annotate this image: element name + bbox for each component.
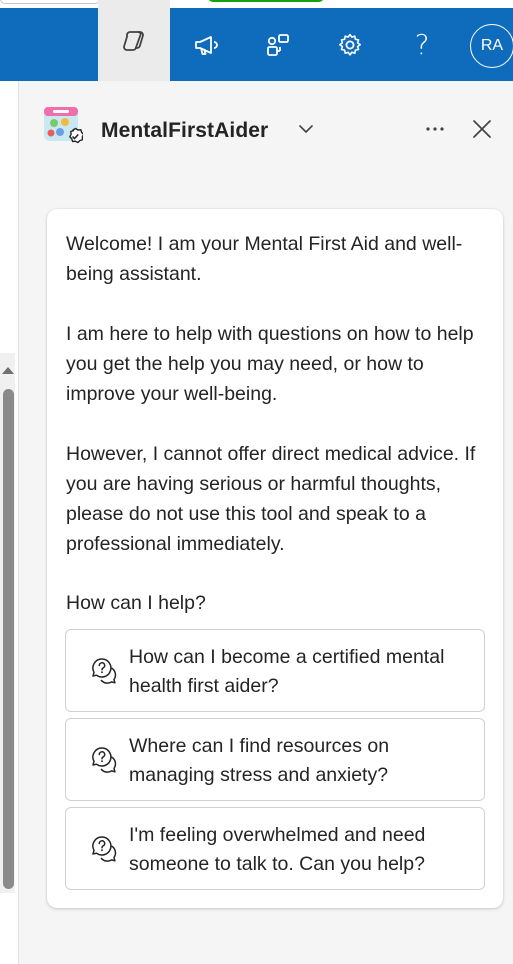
- top-bar: ? RA: [0, 0, 513, 81]
- avatar-initials: RA: [480, 37, 504, 54]
- suggestion-text: I'm feeling overwhelmed and need someone…: [129, 824, 426, 875]
- suggestion-text: How can I become a certified mental heal…: [129, 646, 445, 697]
- chat-help-icon: [92, 658, 117, 684]
- settings-button[interactable]: [320, 8, 380, 81]
- gear-icon: [339, 33, 361, 56]
- tab-strip-pill: [0, 0, 100, 4]
- apps-icon: [267, 33, 289, 56]
- avatar[interactable]: RA: [470, 24, 513, 68]
- left-document-strip: [0, 81, 19, 964]
- top-bar-right-region: ? RA: [170, 0, 513, 81]
- copilot-button[interactable]: [98, 0, 170, 81]
- scroll-up-arrow-icon[interactable]: [2, 367, 14, 374]
- help-prompt: How can I help?: [66, 592, 206, 614]
- suggestion-button-certified-aider[interactable]: How can I become a certified mental heal…: [65, 629, 485, 712]
- close-button[interactable]: [468, 115, 496, 143]
- apps-button[interactable]: [248, 8, 308, 81]
- top-bar-left-region: [0, 0, 100, 81]
- pane-header: MentalFirstAider: [19, 81, 513, 181]
- suggestion-button-stress-resources[interactable]: Where can I find resources on managing s…: [65, 718, 485, 801]
- app-logo-icon: [44, 107, 83, 144]
- megaphone-icon: [195, 35, 218, 55]
- welcome-card: Welcome! I am your Mental First Aid and …: [47, 209, 503, 908]
- purpose-paragraph: I am here to help with questions on how …: [66, 323, 474, 405]
- copilot-icon: [123, 30, 144, 51]
- disclaimer-paragraph: However, I cannot offer direct medical a…: [66, 443, 476, 555]
- more-options-button[interactable]: [420, 117, 450, 141]
- suggestion-text: Where can I find resources on managing s…: [129, 735, 390, 786]
- more-horizontal-icon: [426, 127, 444, 131]
- scrollbar-thumb[interactable]: [3, 389, 14, 889]
- chat-help-icon: [92, 836, 117, 862]
- suggestion-button-overwhelmed[interactable]: I'm feeling overwhelmed and need someone…: [65, 807, 485, 890]
- chat-help-icon: [92, 747, 117, 773]
- help-button[interactable]: ?: [392, 8, 452, 81]
- welcome-message: Welcome! I am your Mental First Aid and …: [66, 229, 486, 589]
- welcome-paragraph: Welcome! I am your Mental First Aid and …: [66, 233, 463, 285]
- tab-strip-green-pill: [208, 0, 324, 2]
- feedback-button[interactable]: [176, 8, 236, 81]
- help-icon: ?: [414, 28, 430, 61]
- app-title[interactable]: MentalFirstAider: [101, 119, 268, 143]
- close-icon: [473, 120, 491, 138]
- chevron-down-icon[interactable]: [297, 122, 315, 136]
